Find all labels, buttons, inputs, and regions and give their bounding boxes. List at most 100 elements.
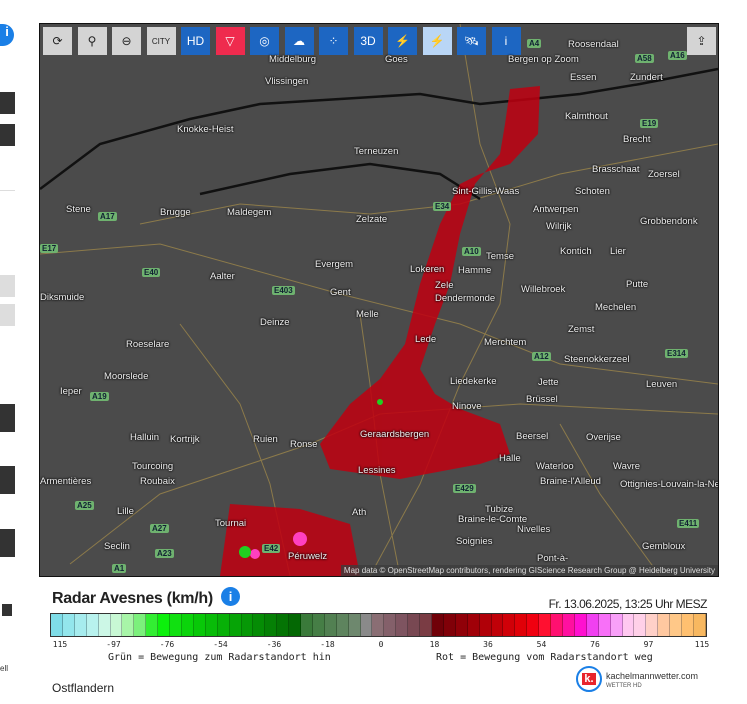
hail-button[interactable]: ⁘ — [319, 27, 348, 55]
radar-3d-icon: 3D — [360, 34, 376, 48]
radar-hd-button[interactable]: HD — [181, 27, 210, 55]
info-icon[interactable]: i — [0, 24, 14, 46]
radar-map[interactable]: ⟳ ⚲ ⊖ CITY HD ▽ ◎ ☁ ⁘ 3D ⚡ ⚡ 🛰 i ⇪ Middelburg Goes Vlis… — [39, 23, 719, 577]
scale-cell — [181, 614, 194, 636]
share-button[interactable]: ⇪ — [687, 27, 716, 55]
highway-label: A10 — [462, 247, 481, 256]
city-label: Beersel — [516, 431, 549, 442]
lightning-icon: ⚡ — [395, 34, 410, 48]
radar-hd-icon: HD — [186, 34, 205, 48]
city-label: Roeselare — [126, 339, 170, 350]
region-label: Ostflandern — [52, 681, 115, 695]
city-button[interactable]: CITY — [146, 27, 176, 55]
scale-cell — [562, 614, 575, 636]
city-label: Geraardsbergen — [360, 429, 430, 440]
scale-tick: 115 — [52, 640, 68, 649]
scale-cell — [360, 614, 373, 636]
highway-label: A16 — [668, 51, 687, 60]
scale-cell — [86, 614, 99, 636]
scale-cell — [479, 614, 492, 636]
scale-tick: -76 — [159, 640, 175, 649]
radar-3d-button[interactable]: 3D — [353, 27, 383, 55]
sidebar-input[interactable] — [0, 304, 15, 326]
city-label: Lokeren — [410, 264, 445, 275]
map-attribution[interactable]: Map data © OpenStreetMap contributors, r… — [340, 565, 718, 576]
refresh-button[interactable]: ⟳ — [43, 27, 72, 55]
city-label: Liedekerke — [450, 376, 497, 387]
satellite-button[interactable]: 🛰 — [457, 27, 486, 55]
scale-cell — [693, 614, 706, 636]
highway-label: E34 — [433, 202, 452, 211]
brand-name[interactable]: kachelmannwetter.com — [606, 671, 698, 681]
scale-tick: -54 — [213, 640, 228, 649]
refresh-icon: ⟳ — [52, 34, 63, 48]
city-label: Putte — [626, 279, 649, 290]
city-label: Tourcoing — [132, 461, 174, 472]
sidebar-expand-button[interactable] — [0, 466, 15, 494]
scale-cell — [193, 614, 206, 636]
lightning-button[interactable]: ⚡ — [388, 27, 417, 55]
city-label: Antwerpen — [533, 204, 579, 215]
city-label: Pont-à- — [537, 553, 569, 564]
rotation-button[interactable]: ◎ — [250, 27, 279, 55]
scale-cell — [98, 614, 111, 636]
city-label: Zoersel — [648, 169, 680, 180]
logo-letter: k. — [582, 673, 596, 685]
scale-cell — [205, 614, 218, 636]
hail-cloud-button[interactable]: ☁ — [284, 27, 314, 55]
scale-cell — [646, 614, 659, 636]
doppler-button[interactable]: ⚡ — [422, 27, 452, 55]
city-label: Stene — [66, 204, 91, 215]
sidebar-toggle[interactable] — [2, 604, 12, 616]
scale-cell — [336, 614, 349, 636]
city-label: Sint-Gillis-Waas — [452, 186, 520, 197]
scale-cell — [503, 614, 516, 636]
city-label: Ottignies-Louvain-la-Neuve — [620, 479, 718, 490]
scale-cell — [622, 614, 635, 636]
zoom-out-button[interactable]: ⊖ — [112, 27, 141, 55]
highway-label: A1 — [112, 564, 127, 573]
timestamp: Fr. 13.06.2025, 13:25 Uhr MESZ — [548, 597, 708, 611]
green-note: Grün = Bewegung zum Radarstandort hin — [108, 652, 331, 663]
city-label: Moorslede — [104, 371, 149, 382]
scale-cell — [610, 614, 623, 636]
city-label: Bergen op Zoom — [508, 54, 579, 65]
kachelmann-logo[interactable]: k. — [576, 666, 602, 692]
scale-cell — [515, 614, 528, 636]
highway-label: E429 — [453, 484, 476, 493]
scale-cell — [217, 614, 230, 636]
scale-cell — [229, 614, 242, 636]
highway-label: A19 — [90, 392, 109, 401]
scale-cell — [324, 614, 337, 636]
city-label: Wavre — [613, 461, 641, 472]
city-label: Middelburg — [269, 54, 316, 65]
sidebar-expand-button[interactable] — [0, 529, 15, 557]
red-note: Rot = Bewegung vom Radarstandort weg — [436, 652, 653, 663]
legend-info-icon[interactable]: i — [221, 587, 240, 606]
highway-label: E411 — [677, 519, 700, 528]
sidebar-button[interactable] — [0, 92, 15, 114]
scale-cell — [301, 614, 313, 636]
highway-label: E42 — [262, 544, 281, 553]
highway-label: E17 — [40, 244, 59, 253]
city-label: Grobbendonk — [640, 216, 698, 227]
city-label: Deinze — [260, 317, 290, 328]
sidebar-button[interactable] — [0, 124, 15, 146]
scale-cell — [51, 614, 63, 636]
city-label: Gembloux — [642, 541, 686, 552]
tornado-button[interactable]: ▽ — [215, 27, 245, 55]
city-label: Roubaix — [140, 476, 175, 487]
city-label: Ronse — [290, 439, 318, 450]
sidebar-input[interactable] — [0, 275, 15, 297]
city-label: Vlissingen — [265, 76, 309, 87]
location-button[interactable]: ⚲ — [77, 27, 107, 55]
city-label: Ieper — [60, 386, 82, 397]
sidebar-expand-button[interactable] — [0, 404, 15, 432]
city-label: Zundert — [630, 72, 663, 83]
highway-label: A4 — [527, 39, 542, 48]
city-label: Nivelles — [517, 524, 551, 535]
radar-info-button[interactable]: i — [491, 27, 521, 55]
city-label: Waterloo — [536, 461, 574, 472]
scale-cell — [62, 614, 75, 636]
scale-cell — [432, 614, 444, 636]
